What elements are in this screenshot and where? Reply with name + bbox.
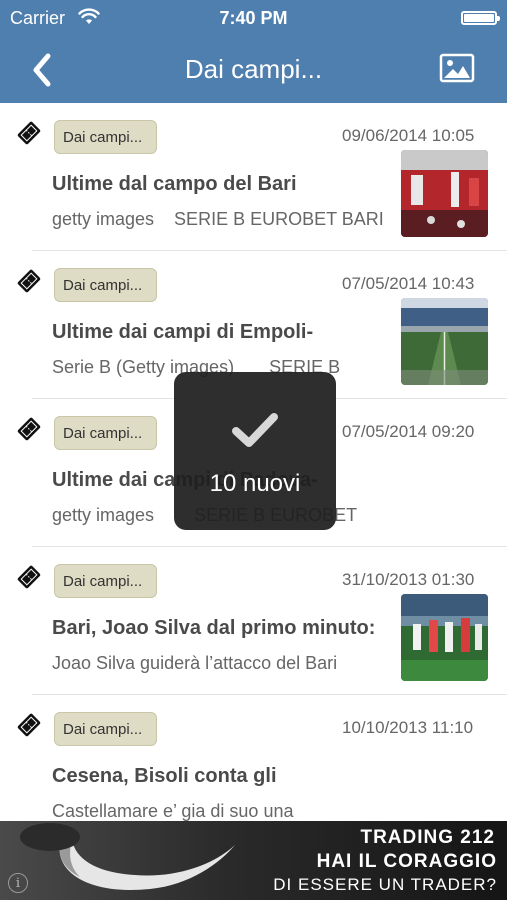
- item-summary: Joao Silva guiderà l’attacco del Bari: [52, 653, 338, 673]
- category-badge[interactable]: Dai campi...: [54, 268, 157, 302]
- category-badge[interactable]: Dai campi...: [54, 564, 157, 598]
- list-item[interactable]: Dai campi... 10/10/2013 11:10 Cesena, Bi…: [0, 695, 507, 821]
- navigation-bar: Dai campi...: [0, 36, 507, 103]
- item-date: 31/10/2013 01:30: [342, 570, 475, 589]
- item-summary: getty images SERIE B EUROBET BARI: [52, 209, 384, 229]
- ticket-icon: [15, 119, 43, 147]
- ticket-icon: [15, 711, 43, 739]
- item-date: 07/05/2014 09:20: [342, 422, 475, 441]
- ad-banner[interactable]: i TRADING 212 HAI IL CORAGGIO DI ESSERE …: [0, 821, 507, 900]
- page-title: Dai campi...: [184, 54, 323, 84]
- category-badge[interactable]: Dai campi...: [54, 416, 157, 450]
- item-headline: Bari, Joao Silva dal primo minuto:: [52, 617, 376, 639]
- ad-info-icon[interactable]: i: [8, 873, 28, 893]
- new-items-toast: 10 nuovi: [174, 372, 336, 530]
- thumbnail-image: [401, 594, 488, 681]
- list-item[interactable]: Dai campi... 31/10/2013 01:30 Bari, Joao…: [0, 547, 507, 695]
- bull-horn-image: [20, 823, 235, 890]
- image-icon: [439, 53, 475, 83]
- thumbnail-image: [401, 150, 488, 237]
- ad-subheadline: DI ESSERE UN TRADER?: [273, 875, 497, 894]
- battery-icon: [461, 11, 500, 25]
- item-headline: Ultime dal campo del Bari: [52, 173, 297, 195]
- category-badge[interactable]: Dai campi...: [54, 120, 157, 154]
- item-date: 07/05/2014 10:43: [342, 274, 475, 293]
- ticket-icon: [15, 267, 43, 295]
- ticket-icon: [15, 563, 43, 591]
- item-date: 09/06/2014 10:05: [342, 126, 475, 145]
- ad-brand: TRADING 212: [360, 827, 495, 848]
- ticket-icon: [15, 415, 43, 443]
- list-item[interactable]: Dai campi... 09/06/2014 10:05 Ultime dal…: [0, 103, 507, 251]
- checkmark-icon: [232, 413, 278, 447]
- ad-headline: HAI IL CORAGGIO: [316, 851, 497, 872]
- item-summary: Castellamare e’ gia di suo una: [52, 801, 294, 821]
- thumbnail-image: [401, 298, 488, 385]
- gallery-button[interactable]: [439, 52, 475, 84]
- item-date: 10/10/2013 11:10: [342, 718, 474, 737]
- toast-message: 10 nuovi: [209, 470, 301, 497]
- category-badge[interactable]: Dai campi...: [54, 712, 157, 746]
- item-headline: Ultime dai campi di Empoli-: [52, 321, 314, 343]
- clock: 7:40 PM: [219, 8, 288, 28]
- item-headline: Cesena, Bisoli conta gli: [52, 765, 277, 787]
- status-bar: Carrier 7:40 PM: [0, 0, 507, 36]
